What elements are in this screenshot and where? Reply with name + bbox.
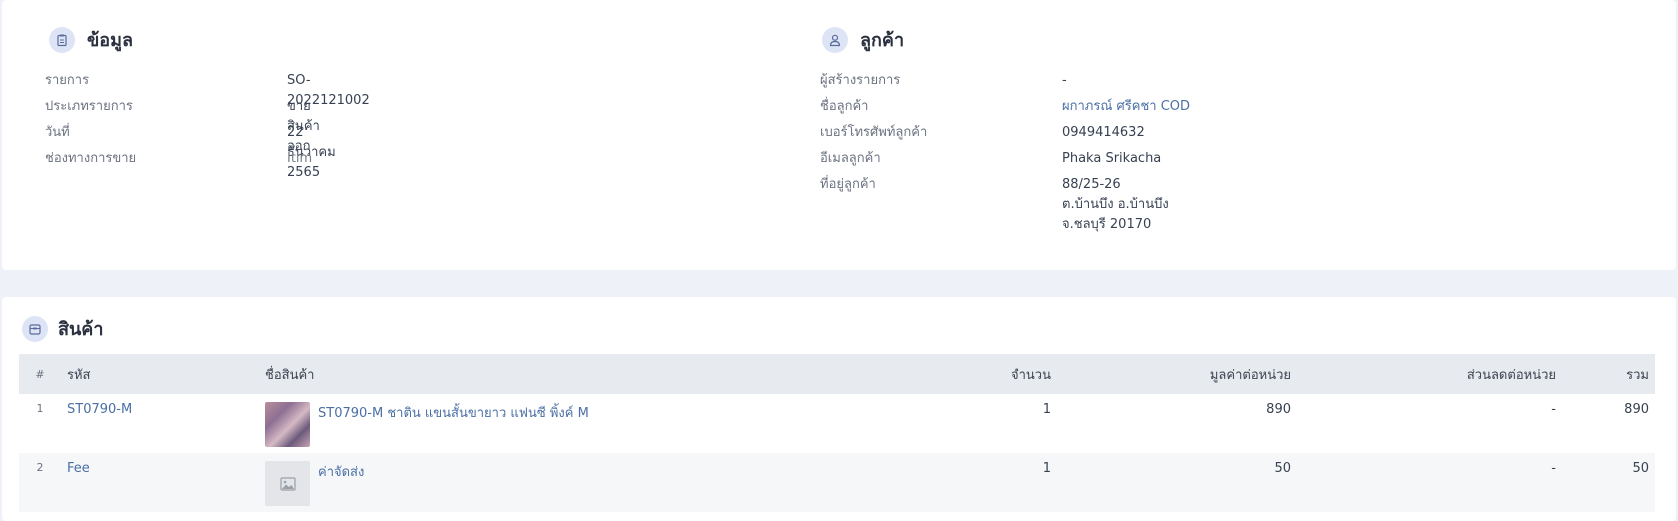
col-unit-price: มูลค่าต่อหน่วย — [1209, 367, 1291, 383]
col-idx: # — [35, 367, 45, 381]
row-total: 50 — [1632, 461, 1649, 476]
customer-row-name: ชื่อลูกค้า ผกาภรณ์ ศรีคชา COD — [820, 97, 1190, 117]
order-id-label: รายการ — [45, 73, 90, 88]
row-unit-discount: - — [1551, 402, 1556, 417]
product-name-cell: ST0790-M ชาติน แขนสั้นขายาว แฟนซี พิ้งค์… — [265, 402, 759, 447]
products-table: # รหัส ชื่อสินค้า จำนวน มูลค่าต่อหน่วย ส… — [19, 354, 1655, 512]
info-section-header: ข้อมูล — [49, 25, 133, 54]
email-value: Phaka Srikacha — [1062, 151, 1162, 166]
product-name-link[interactable]: ST0790-M ชาติน แขนสั้นขายาว แฟนซี พิ้งค์… — [318, 402, 589, 423]
phone-label: เบอร์โทรศัพท์ลูกค้า — [820, 125, 928, 140]
info-row-channel: ช่องทางการขาย Itim — [45, 149, 312, 169]
customer-row-creator: ผู้สร้างรายการ - — [820, 71, 1067, 91]
email-label: อีเมลลูกค้า — [820, 151, 881, 166]
products-card: สินค้า # รหัส ชื่อสินค้า จำนวน มูลค่าต่อ… — [2, 297, 1676, 521]
col-unit-discount: ส่วนลดต่อหน่วย — [1466, 367, 1556, 383]
phone-value: 0949414632 — [1062, 125, 1145, 140]
info-row-date: วันที่ 22 ธันวาคม 2565 — [45, 123, 336, 180]
product-code-link[interactable]: ST0790-M — [67, 402, 132, 417]
clipboard-icon — [49, 26, 75, 53]
table-row: 1 ST0790-M ST0790-M ชาติน แขนสั้นขายาว แ… — [19, 394, 1655, 453]
image-placeholder-icon — [265, 461, 310, 506]
user-icon — [822, 26, 848, 53]
info-card: ข้อมูล รายการ SO-2022121002 ประเภทรายการ… — [2, 0, 1676, 270]
row-qty: 1 — [1042, 461, 1051, 476]
col-qty: จำนวน — [1011, 367, 1051, 383]
row-unit-price: 50 — [1274, 461, 1291, 476]
channel-label: ช่องทางการขาย — [45, 151, 137, 166]
product-name-link[interactable]: ค่าจัดส่ง — [318, 461, 364, 482]
customer-section-header: ลูกค้า — [822, 25, 904, 54]
box-icon — [22, 315, 48, 342]
col-name: ชื่อสินค้า — [265, 367, 315, 383]
address-value: 88/25-26 ต.บ้านบึง อ.บ้านบึง จ.ชลบุรี 20… — [1062, 177, 1169, 232]
col-code: รหัส — [67, 367, 91, 383]
row-idx: 2 — [36, 461, 44, 474]
customer-title: ลูกค้า — [860, 30, 905, 51]
type-label: ประเภทรายการ — [45, 99, 133, 114]
products-section-header: สินค้า — [22, 314, 103, 343]
products-title: สินค้า — [58, 319, 104, 340]
customer-name-link[interactable]: ผกาภรณ์ ศรีคชา COD — [1062, 97, 1190, 117]
product-code-link[interactable]: Fee — [67, 461, 90, 476]
customer-name-label: ชื่อลูกค้า — [820, 99, 869, 114]
customer-row-email: อีเมลลูกค้า Phaka Srikacha — [820, 149, 1161, 169]
channel-value: Itim — [287, 151, 313, 166]
info-title: ข้อมูล — [87, 30, 134, 51]
col-total: รวม — [1626, 367, 1649, 383]
creator-value: - — [1062, 73, 1067, 88]
customer-row-address: ที่อยู่ลูกค้า 88/25-26 ต.บ้านบึง อ.บ้านบ… — [820, 175, 1169, 232]
info-row-order-id: รายการ SO-2022121002 — [45, 71, 370, 108]
date-label: วันที่ — [45, 125, 70, 140]
row-unit-price: 890 — [1266, 402, 1291, 417]
product-name-cell: ค่าจัดส่ง — [265, 461, 759, 506]
info-row-type: ประเภทรายการ ขายสินค้าออก — [45, 97, 320, 154]
table-row: 2 Fee ค่าจัดส่ง 1 50 - 50 — [19, 453, 1655, 512]
row-idx: 1 — [36, 402, 44, 415]
table-header-row: # รหัส ชื่อสินค้า จำนวน มูลค่าต่อหน่วย ส… — [19, 354, 1655, 394]
creator-label: ผู้สร้างรายการ — [820, 73, 901, 88]
product-thumbnail[interactable] — [265, 402, 310, 447]
row-qty: 1 — [1042, 402, 1051, 417]
row-unit-discount: - — [1551, 461, 1556, 476]
address-label: ที่อยู่ลูกค้า — [820, 177, 876, 192]
customer-row-phone: เบอร์โทรศัพท์ลูกค้า 0949414632 — [820, 123, 1145, 143]
row-total: 890 — [1624, 402, 1649, 417]
